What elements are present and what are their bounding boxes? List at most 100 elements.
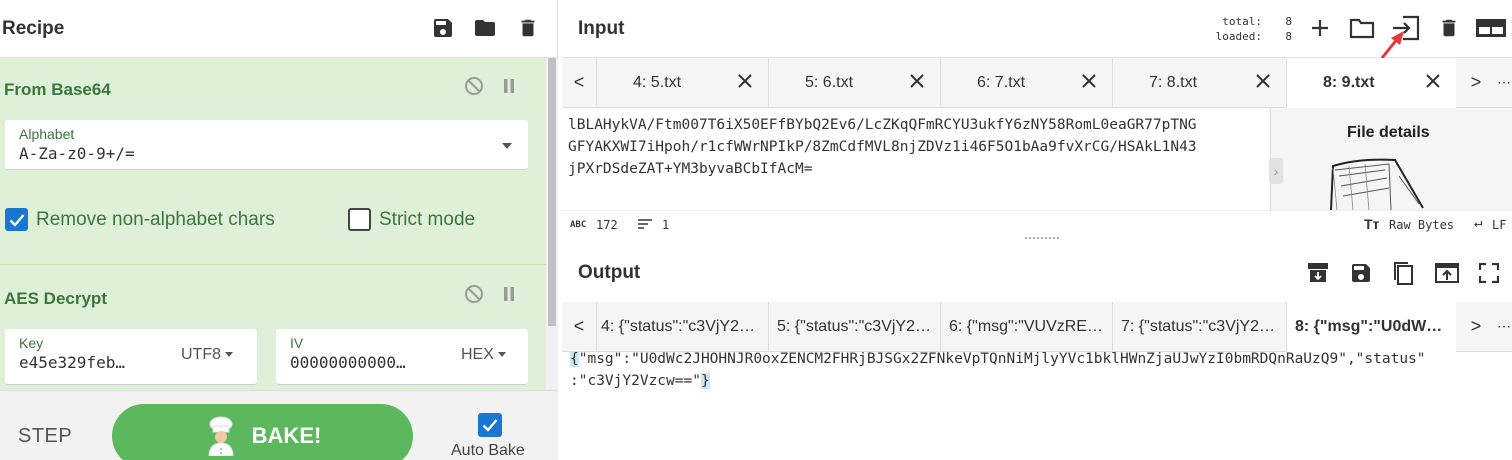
scrollbar-thumb[interactable] — [548, 58, 556, 326]
abc-icon: ABC — [570, 220, 587, 230]
alphabet-label: Alphabet — [19, 126, 75, 142]
folder-icon — [475, 20, 495, 36]
input-tab[interactable]: 4: 5.txt — [596, 58, 768, 108]
input-title: Input — [578, 17, 625, 39]
replace-input-button[interactable] — [1434, 261, 1460, 285]
output-pane: Output < 4: {"status":"c3VjY2… 5: {"stat… — [562, 240, 1512, 460]
eol-icon: ↵ — [1474, 215, 1483, 231]
checkbox-unchecked-icon — [348, 208, 371, 231]
remove-non-alphabet-checkbox[interactable]: Remove non-alphabet chars — [5, 208, 275, 231]
collapse-details-handle[interactable]: › — [1269, 158, 1283, 184]
tabs-prev-button[interactable]: < — [562, 58, 596, 107]
raw-bytes-button[interactable]: Raw Bytes — [1389, 218, 1454, 232]
input-tab[interactable]: 6: 7.txt — [940, 58, 1112, 108]
total-value: 8 — [1285, 15, 1292, 28]
copy-output-button[interactable] — [1390, 259, 1416, 287]
output-tabs: < 4: {"status":"c3VjY2… 5: {"status":"c3… — [562, 302, 1512, 352]
add-input-tab-button[interactable] — [1308, 16, 1332, 40]
output-title: Output — [578, 262, 641, 283]
tabs-next-button[interactable]: > — [1456, 58, 1496, 107]
recipe-scrollbar[interactable] — [546, 58, 558, 390]
input-tab-active[interactable]: 8: 9.txt — [1286, 58, 1456, 108]
layout-icon — [1476, 19, 1506, 37]
archive-download-icon — [1308, 263, 1328, 282]
tab-label: 5: 6.txt — [805, 74, 854, 91]
output-header: Output — [562, 248, 1512, 298]
more-options-icon[interactable]: ⋯ — [1496, 302, 1512, 351]
bake-controls: STEP BAKE! Auto Bake — [0, 390, 558, 460]
reset-layout-button[interactable] — [1474, 17, 1508, 39]
close-icon[interactable] — [1254, 72, 1272, 90]
key-input[interactable]: Key e45e329feb… UTF8 — [5, 329, 257, 385]
strict-mode-checkbox[interactable]: Strict mode — [348, 208, 475, 231]
load-recipe-button[interactable] — [471, 15, 499, 41]
clear-recipe-button[interactable] — [516, 15, 540, 41]
text-type-icon: Tт — [1364, 216, 1380, 232]
input-tabs: < 4: 5.txt 5: 6.txt 6: 7.txt 7: 8.txt 8:… — [562, 58, 1512, 108]
save-recipe-button[interactable] — [430, 15, 456, 41]
output-tab-active[interactable]: 8: {"msg":"U0dW… — [1286, 302, 1456, 352]
output-tab[interactable]: 7: {"status":"c3VjY2… — [1112, 302, 1286, 352]
input-tab[interactable]: 5: 6.txt — [768, 58, 940, 108]
chevron-down-icon — [502, 143, 512, 149]
copy-icon — [1394, 262, 1413, 285]
output-text[interactable]: {"msg":"U0dWc2JHOHNJR0oxZENCM2FHRjBJSGx2… — [562, 348, 1512, 392]
disable-operation-icon[interactable] — [464, 76, 484, 101]
close-icon[interactable] — [908, 72, 926, 90]
char-count: 172 — [596, 218, 618, 232]
input-stats: total: 8 loaded: 8 — [1202, 14, 1292, 44]
checkbox-checked-icon — [5, 208, 28, 231]
tab-label: 6: 7.txt — [977, 74, 1026, 91]
recipe-header: Recipe — [0, 0, 557, 58]
input-line: GFYAKXWI7iHpoh/r1cfWWrNPIkP/8ZmCdfMVL8nj… — [568, 139, 1197, 155]
loaded-label: loaded: — [1215, 30, 1262, 43]
breakpoint-pause-icon[interactable] — [501, 77, 517, 100]
close-icon[interactable] — [1424, 72, 1442, 90]
file-details-panel: › File details — [1269, 108, 1512, 210]
iv-encoding-dropdown[interactable]: HEX — [461, 346, 506, 364]
tabs-prev-button[interactable]: < — [562, 302, 596, 351]
close-icon[interactable] — [736, 72, 754, 90]
line-count: 1 — [662, 218, 670, 232]
bake-button[interactable]: BAKE! — [112, 404, 413, 460]
input-line: jPXrDSdeZAT+YM3byvaBCbIfAcM= — [568, 161, 813, 177]
tab-label: 7: 8.txt — [1149, 74, 1198, 91]
auto-bake-label: Auto Bake — [451, 442, 525, 459]
save-icon — [1352, 264, 1370, 282]
input-header: Input total: 8 loaded: 8 — [562, 0, 1512, 58]
output-line-text: :"c3VjY2Vzcw==" — [570, 373, 701, 389]
input-statusbar: ABC 172 1 Tт Raw Bytes ↵ LF — [562, 210, 1512, 236]
cyberchef-app: Recipe From Base64 Alphabet A-Za-z0-9+/=… — [0, 0, 1512, 460]
step-button[interactable]: STEP — [18, 425, 72, 448]
operation-from-base64[interactable]: From Base64 Alphabet A-Za-z0-9+/= Remove… — [0, 58, 546, 265]
operation-title: From Base64 — [4, 80, 111, 99]
close-icon[interactable] — [1080, 72, 1098, 90]
trash-icon — [521, 19, 535, 37]
open-folder-button[interactable] — [1348, 15, 1376, 41]
plus-icon — [1312, 20, 1328, 36]
iv-input[interactable]: IV 00000000000… HEX — [276, 329, 528, 385]
alphabet-select[interactable]: Alphabet A-Za-z0-9+/= — [5, 120, 528, 170]
breakpoint-pause-icon[interactable] — [501, 285, 517, 308]
alphabet-value: A-Za-z0-9+/= — [19, 144, 135, 163]
input-editor[interactable]: lBLAHykVA/Ftm007T6iX50EFfBYbQ2Ev6/LcZKqQ… — [562, 114, 1262, 180]
input-tab[interactable]: 7: 8.txt — [1112, 58, 1286, 108]
save-icon — [434, 19, 452, 37]
save-to-file-button[interactable] — [1349, 261, 1373, 285]
output-tab[interactable]: 6: {"msg":"VUVzRE… — [940, 302, 1112, 352]
save-output-button[interactable] — [1306, 261, 1330, 285]
disable-operation-icon[interactable] — [464, 284, 484, 309]
more-options-icon[interactable]: ⋯ — [1496, 58, 1512, 107]
remove-non-alphabet-label: Remove non-alphabet chars — [36, 208, 275, 230]
eol-button[interactable]: LF — [1492, 218, 1506, 232]
input-pane: Input total: 8 loaded: 8 < 4: 5.txt 5: 6… — [562, 0, 1512, 236]
clear-input-button[interactable] — [1438, 15, 1460, 41]
tabs-next-button[interactable]: > — [1456, 302, 1496, 351]
output-tab[interactable]: 4: {"status":"c3VjY2… — [596, 302, 768, 352]
maximise-output-button[interactable] — [1478, 262, 1500, 284]
output-tab[interactable]: 5: {"status":"c3VjY2… — [768, 302, 940, 352]
auto-bake-checkbox[interactable] — [478, 413, 502, 437]
recipe-operations-list: From Base64 Alphabet A-Za-z0-9+/= Remove… — [0, 58, 546, 390]
key-encoding-dropdown[interactable]: UTF8 — [181, 346, 233, 364]
operation-aes-decrypt[interactable]: AES Decrypt Key e45e329feb… UTF8 IV 0000… — [0, 265, 546, 390]
